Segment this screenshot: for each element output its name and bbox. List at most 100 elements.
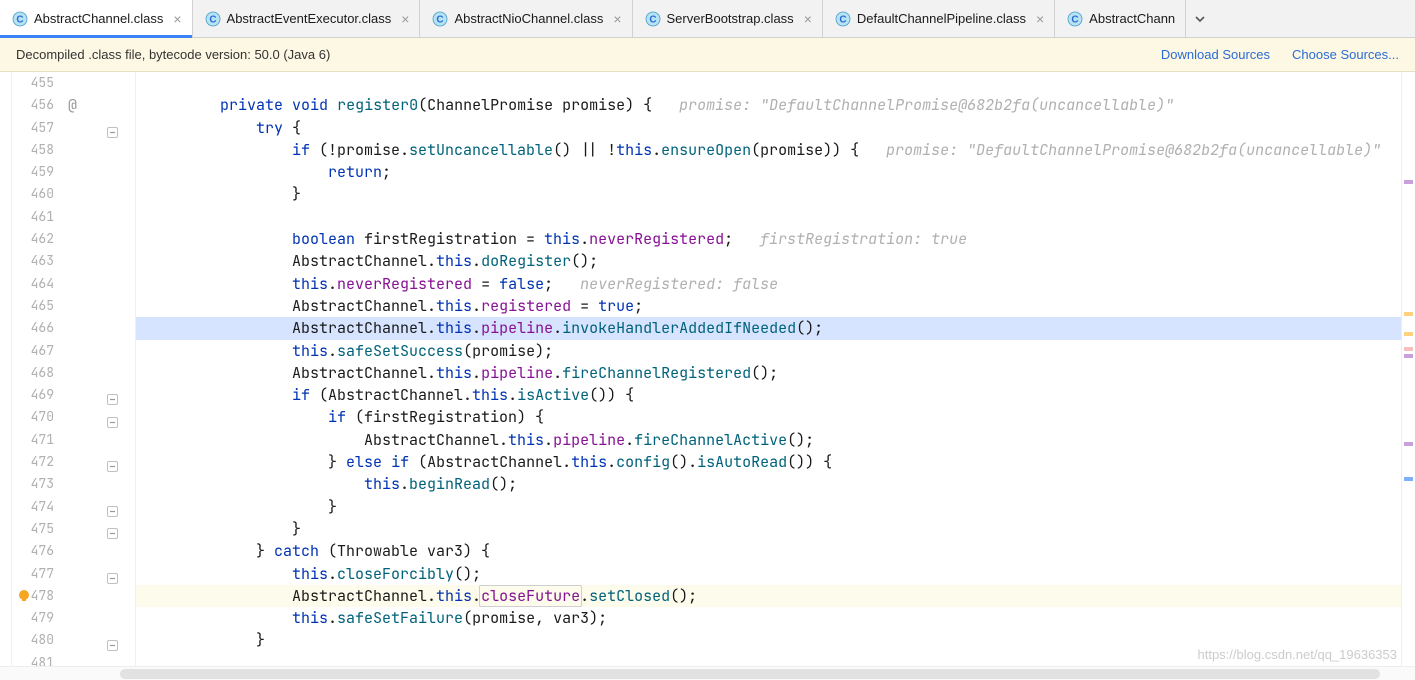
class-file-icon: C (205, 11, 221, 27)
line-number[interactable]: 459 (12, 161, 54, 183)
code-line[interactable]: } catch (Throwable var3) { (136, 540, 1401, 562)
line-number[interactable]: 470 (12, 406, 54, 428)
code-line[interactable] (136, 206, 1401, 228)
code-line[interactable]: AbstractChannel.this.registered = true; (136, 295, 1401, 317)
line-number[interactable]: 476 (12, 540, 54, 562)
close-icon[interactable]: × (1036, 12, 1044, 26)
editor-tab-bar: CAbstractChannel.class×CAbstractEventExe… (0, 0, 1415, 38)
editor-tab[interactable]: CDefaultChannelPipeline.class× (823, 0, 1055, 37)
close-icon[interactable]: × (173, 12, 181, 26)
error-stripe-mark[interactable] (1404, 332, 1413, 336)
fold-toggle-icon[interactable] (107, 636, 118, 647)
line-number[interactable]: 480 (12, 629, 54, 651)
override-gutter-icon[interactable]: @ (68, 94, 77, 116)
svg-text:C: C (209, 14, 216, 25)
editor-tab[interactable]: CServerBootstrap.class× (633, 0, 823, 37)
code-line[interactable]: } (136, 496, 1401, 518)
choose-sources-link[interactable]: Choose Sources... (1292, 47, 1399, 62)
code-line[interactable]: } (136, 518, 1401, 540)
code-line[interactable]: AbstractChannel.this.doRegister(); (136, 250, 1401, 272)
line-number[interactable]: 457 (12, 117, 54, 139)
decompiled-notice-bar: Decompiled .class file, bytecode version… (0, 38, 1415, 72)
line-number[interactable]: 474 (12, 496, 54, 518)
code-line[interactable]: this.neverRegistered = false; neverRegis… (136, 273, 1401, 295)
line-number[interactable]: 477 (12, 563, 54, 585)
editor-tab[interactable]: CAbstractChannel.class× (0, 0, 193, 37)
svg-text:C: C (839, 14, 846, 25)
code-line[interactable]: try { (136, 117, 1401, 139)
line-number[interactable]: 469 (12, 384, 54, 406)
fold-toggle-icon[interactable] (107, 413, 118, 424)
class-file-icon: C (12, 11, 28, 27)
line-number[interactable]: 458 (12, 139, 54, 161)
fold-toggle-icon[interactable] (107, 524, 118, 535)
code-line[interactable]: AbstractChannel.this.pipeline.invokeHand… (136, 317, 1401, 339)
fold-toggle-icon[interactable] (107, 123, 118, 134)
tab-label: ServerBootstrap.class (667, 11, 794, 26)
intention-bulb-icon[interactable] (16, 588, 32, 604)
code-line[interactable]: if (AbstractChannel.this.isActive()) { (136, 384, 1401, 406)
class-file-icon: C (835, 11, 851, 27)
notice-text: Decompiled .class file, bytecode version… (16, 47, 330, 62)
breakpoint-strip[interactable] (0, 72, 12, 666)
line-number[interactable]: 464 (12, 273, 54, 295)
tab-label: AbstractEventExecutor.class (227, 11, 392, 26)
error-stripe-mark[interactable] (1404, 347, 1413, 351)
line-number[interactable]: 466 (12, 317, 54, 339)
line-number[interactable]: 461 (12, 206, 54, 228)
line-number[interactable]: 455 (12, 72, 54, 94)
code-editor[interactable]: 4554564574584594604614624634644654664674… (0, 72, 1415, 666)
code-line[interactable]: } else if (AbstractChannel.this.config()… (136, 451, 1401, 473)
fold-toggle-icon[interactable] (107, 569, 118, 580)
close-icon[interactable]: × (804, 12, 812, 26)
editor-tab[interactable]: C AbstractEventExecutor.class × (193, 0, 421, 37)
fold-toggle-icon[interactable] (107, 390, 118, 401)
code-line[interactable]: AbstractChannel.this.pipeline.fireChanne… (136, 362, 1401, 384)
line-number[interactable]: 473 (12, 473, 54, 495)
line-number-gutter[interactable]: 4554564574584594604614624634644654664674… (12, 72, 60, 666)
class-file-icon: C (1067, 11, 1083, 27)
code-line[interactable]: this.beginRead(); (136, 473, 1401, 495)
line-number[interactable]: 475 (12, 518, 54, 540)
code-line[interactable]: if (firstRegistration) { (136, 406, 1401, 428)
fold-toggle-icon[interactable] (107, 457, 118, 468)
error-stripe-mark[interactable] (1404, 442, 1413, 446)
horizontal-scrollbar[interactable] (0, 666, 1415, 680)
line-number[interactable]: 462 (12, 228, 54, 250)
code-line[interactable] (136, 72, 1401, 94)
line-number[interactable]: 456 (12, 94, 54, 116)
code-line[interactable]: } (136, 183, 1401, 205)
error-stripe-mark[interactable] (1404, 312, 1413, 316)
editor-tab[interactable]: CAbstractNioChannel.class× (420, 0, 632, 37)
line-number[interactable]: 463 (12, 250, 54, 272)
code-line[interactable]: this.safeSetFailure(promise, var3); (136, 607, 1401, 629)
scrollbar-thumb[interactable] (120, 669, 1380, 679)
line-number[interactable]: 472 (12, 451, 54, 473)
line-number[interactable]: 471 (12, 429, 54, 451)
code-line[interactable]: if (!promise.setUncancellable() || !this… (136, 139, 1401, 161)
fold-toggle-icon[interactable] (107, 502, 118, 513)
code-line[interactable]: private void register0(ChannelPromise pr… (136, 94, 1401, 116)
download-sources-link[interactable]: Download Sources (1161, 47, 1270, 62)
error-stripe-mark[interactable] (1404, 477, 1413, 481)
tab-overflow-button[interactable] (1186, 0, 1214, 37)
line-number[interactable]: 467 (12, 340, 54, 362)
editor-tab[interactable]: CAbstractChann (1055, 0, 1186, 37)
error-stripe-mark[interactable] (1404, 354, 1413, 358)
code-line[interactable]: return; (136, 161, 1401, 183)
fold-column[interactable] (100, 72, 126, 666)
close-icon[interactable]: × (613, 12, 621, 26)
line-number[interactable]: 460 (12, 183, 54, 205)
line-number[interactable]: 468 (12, 362, 54, 384)
error-stripe-mark[interactable] (1404, 180, 1413, 184)
code-line[interactable]: this.closeForcibly(); (136, 563, 1401, 585)
code-line[interactable]: boolean firstRegistration = this.neverRe… (136, 228, 1401, 250)
code-line[interactable]: AbstractChannel.this.closeFuture.setClos… (136, 585, 1401, 607)
code-line[interactable]: this.safeSetSuccess(promise); (136, 340, 1401, 362)
code-line[interactable]: AbstractChannel.this.pipeline.fireChanne… (136, 429, 1401, 451)
error-stripe[interactable] (1401, 72, 1415, 666)
line-number[interactable]: 479 (12, 607, 54, 629)
close-icon[interactable]: × (401, 12, 409, 26)
code-area[interactable]: private void register0(ChannelPromise pr… (136, 72, 1401, 666)
line-number[interactable]: 465 (12, 295, 54, 317)
